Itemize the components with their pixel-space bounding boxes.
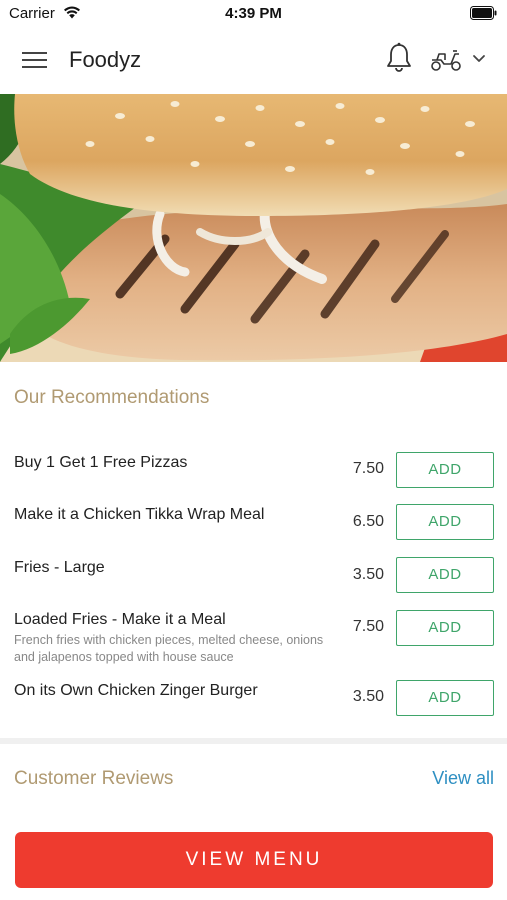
item-name: On its Own Chicken Zinger Burger <box>14 682 258 699</box>
app-header: Foodyz <box>0 28 507 94</box>
burger-image <box>0 94 507 362</box>
item-description: French fries with chicken pieces, melted… <box>14 633 324 664</box>
add-button[interactable]: ADD <box>396 610 494 646</box>
recommendation-item: Buy 1 Get 1 Free Pizzas 7.50 ADD <box>0 452 507 502</box>
chevron-down-icon[interactable] <box>472 54 486 64</box>
add-button[interactable]: ADD <box>396 680 494 716</box>
recommendation-item: Fries - Large 3.50 ADD <box>0 557 507 607</box>
hamburger-menu-icon[interactable] <box>22 50 48 70</box>
status-bar: Carrier 4:39 PM <box>0 0 507 28</box>
recommendation-item: On its Own Chicken Zinger Burger 3.50 AD… <box>0 680 507 730</box>
item-price: 3.50 <box>352 566 384 583</box>
scooter-icon[interactable] <box>429 48 463 72</box>
item-price: 7.50 <box>352 618 384 635</box>
item-name: Loaded Fries - Make it a Meal <box>14 611 226 628</box>
recommendation-item: Loaded Fries - Make it a Meal French fri… <box>0 610 507 670</box>
view-menu-button[interactable]: VIEW MENU <box>15 832 493 888</box>
recommendation-item: Make it a Chicken Tikka Wrap Meal 6.50 A… <box>0 504 507 554</box>
item-name: Fries - Large <box>14 559 105 576</box>
app-title: Foodyz <box>69 47 142 72</box>
section-divider <box>0 738 507 744</box>
add-button[interactable]: ADD <box>396 452 494 488</box>
item-name: Buy 1 Get 1 Free Pizzas <box>14 454 188 471</box>
reviews-title: Customer Reviews <box>14 768 174 789</box>
item-name: Make it a Chicken Tikka Wrap Meal <box>14 506 265 523</box>
recommendations-title: Our Recommendations <box>14 387 210 408</box>
status-time: 4:39 PM <box>225 5 282 22</box>
battery-icon <box>470 6 497 20</box>
view-all-link[interactable]: View all <box>432 768 494 789</box>
item-price: 6.50 <box>352 513 384 530</box>
bell-icon[interactable] <box>385 42 413 74</box>
item-price: 7.50 <box>352 460 384 477</box>
add-button[interactable]: ADD <box>396 557 494 593</box>
item-price: 3.50 <box>352 688 384 705</box>
add-button[interactable]: ADD <box>396 504 494 540</box>
hero-food-image <box>0 94 507 362</box>
